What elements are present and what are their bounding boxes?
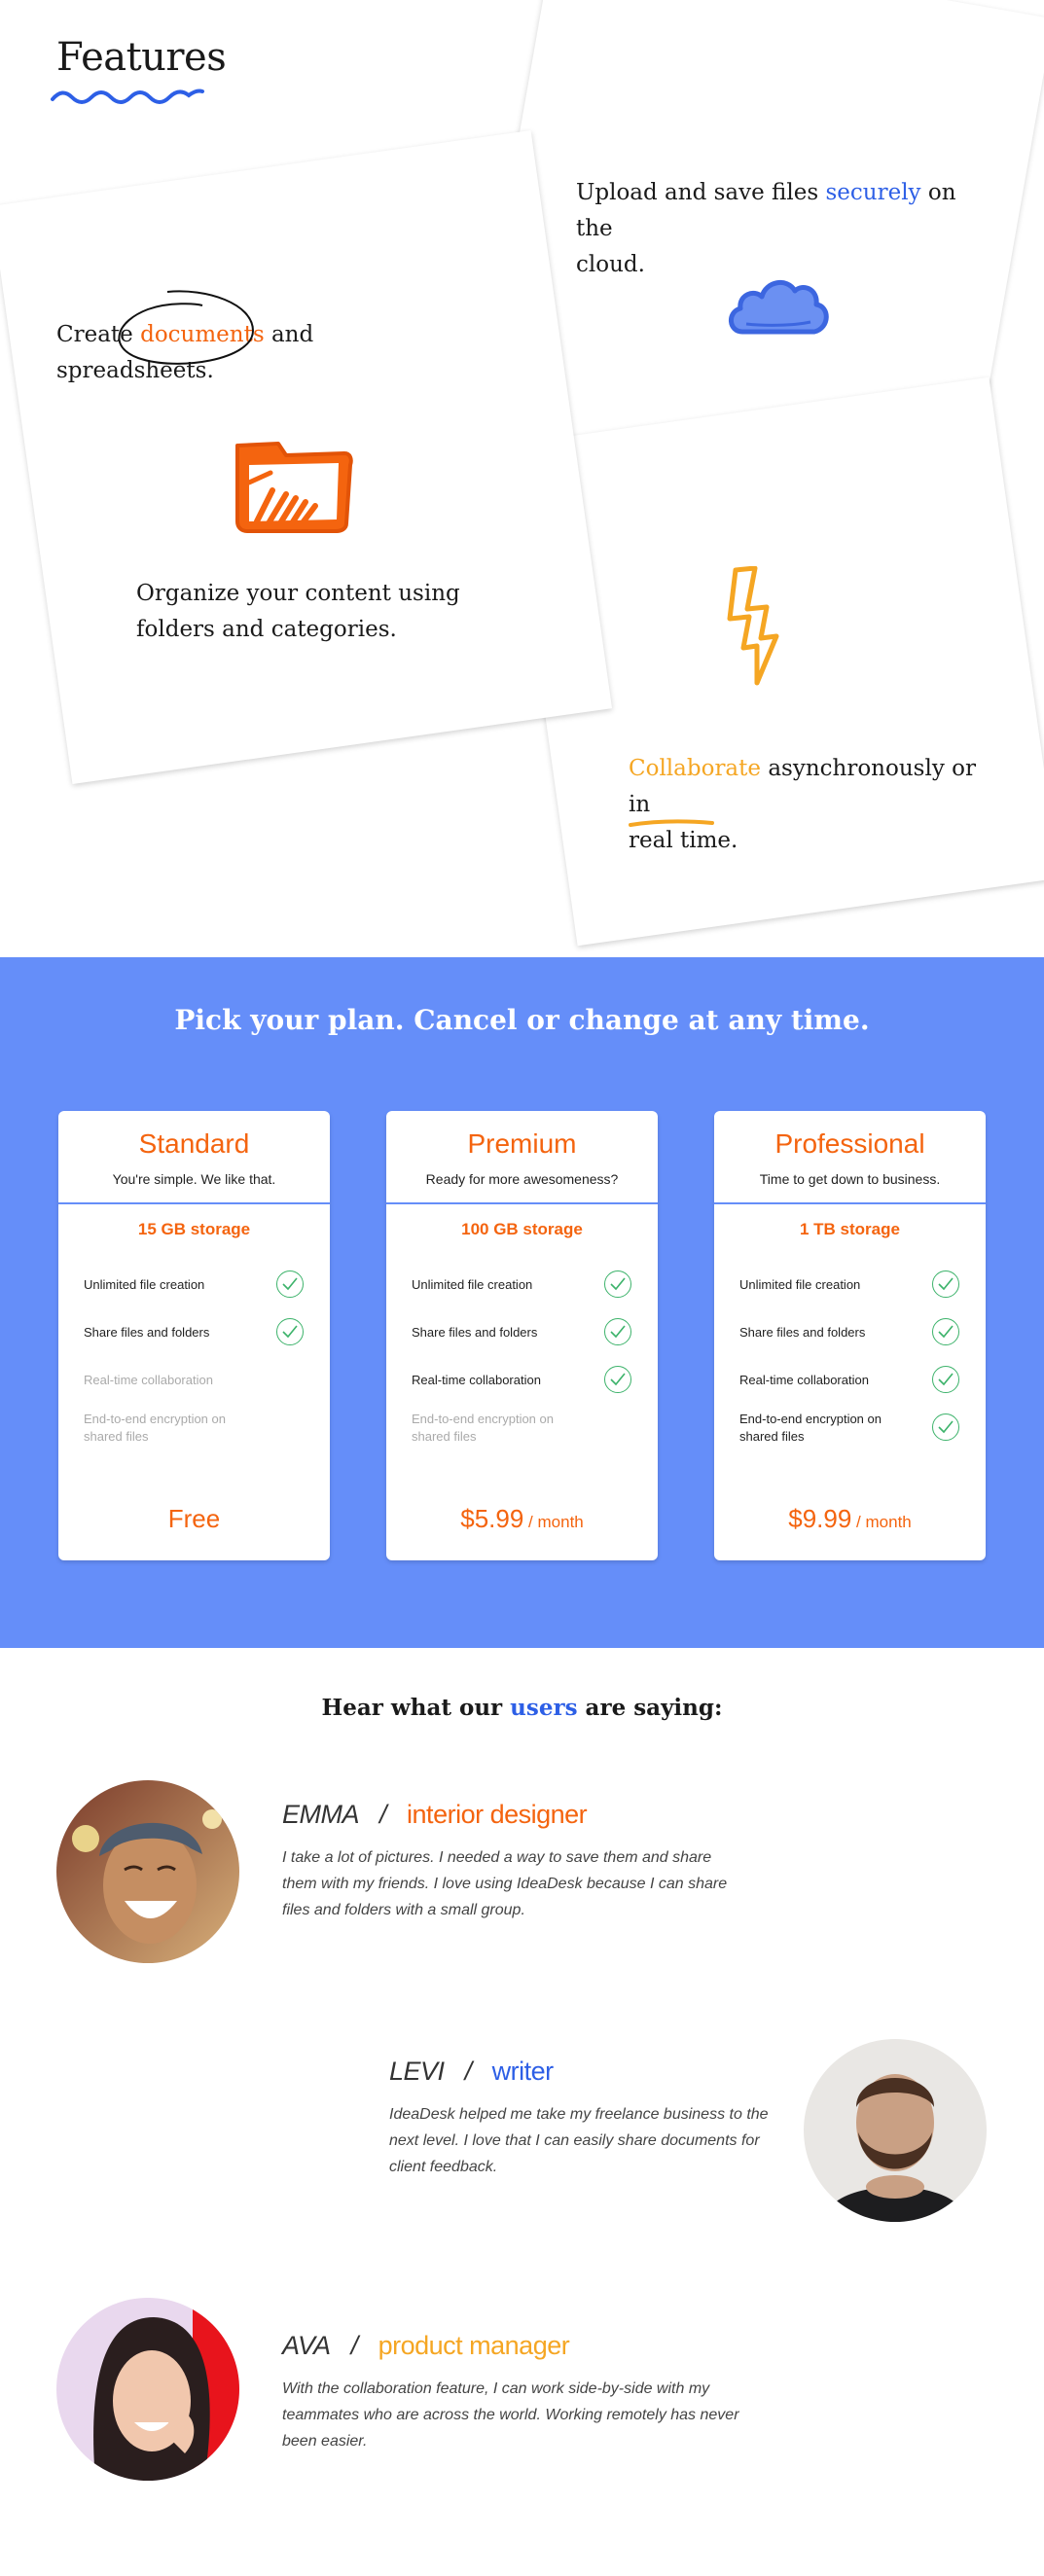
plan-feature: Share files and folders [84, 1325, 210, 1340]
check-icon [276, 1270, 304, 1298]
plan-feature: End-to-end encryption on shared files [412, 1412, 554, 1444]
plan-tagline: You're simple. We like that. [112, 1171, 276, 1187]
check-icon [932, 1413, 959, 1441]
plan-storage: 100 GB storage [461, 1220, 583, 1238]
testimonial-author: LEVI / writer [389, 2057, 554, 2086]
plan-card-professional[interactable]: Professional Time to get down to busines… [714, 1111, 986, 1560]
pricing-title: Pick your plan. Cancel or change at any … [174, 1004, 870, 1036]
pricing-section: Pick your plan. Cancel or change at any … [0, 957, 1044, 1648]
check-icon [276, 1318, 304, 1345]
avatar-emma [56, 1780, 239, 1963]
plan-feature: Unlimited file creation [84, 1277, 205, 1292]
feature-collaborate-text: Collaborate asynchronously or in real ti… [629, 756, 976, 853]
testimonial-quote: I take a lot of pictures. I needed a way… [282, 1849, 728, 1918]
plan-feature: End-to-end encryption on shared files [84, 1412, 226, 1444]
plan-feature: Real-time collaboration [84, 1373, 213, 1387]
plan-name: Professional [774, 1128, 925, 1159]
avatar-levi [804, 2039, 987, 2222]
check-icon [604, 1270, 631, 1298]
plan-feature: Real-time collaboration [739, 1373, 869, 1387]
plan-tagline: Time to get down to business. [759, 1171, 941, 1187]
plan-name: Standard [138, 1128, 250, 1159]
folder-icon [235, 442, 353, 533]
testimonial-author: AVA / product manager [282, 2331, 570, 2360]
check-icon [604, 1318, 631, 1345]
plan-divider [386, 1202, 658, 1204]
testimonial-quote: IdeaDesk helped me take my freelance bus… [389, 2106, 769, 2175]
testimonial-author: EMMA / interior designer [282, 1800, 588, 1829]
lightning-icon [727, 566, 779, 686]
plan-feature: Unlimited file creation [739, 1277, 861, 1292]
plan-feature: Share files and folders [739, 1325, 866, 1340]
feature-organize-text: Organize your content using folders and … [136, 581, 460, 642]
cloud-icon [729, 280, 829, 335]
testimonials-heading: Hear what our users are saying: [321, 1695, 723, 1721]
plan-divider [714, 1202, 986, 1204]
plan-feature: Unlimited file creation [412, 1277, 533, 1292]
plan-feature: Real-time collaboration [412, 1373, 541, 1387]
circle-scribble [118, 290, 255, 365]
plan-tagline: Ready for more awesomeness? [425, 1171, 619, 1187]
plan-price: $9.99 / month [788, 1504, 912, 1533]
realtime-underline [629, 819, 714, 827]
features-title: Features [56, 35, 227, 80]
plan-card-standard[interactable]: Standard You're simple. We like that. 15… [58, 1111, 330, 1560]
avatar-ava [56, 2298, 239, 2481]
plan-storage: 1 TB storage [800, 1220, 900, 1238]
check-icon [604, 1366, 631, 1393]
plan-feature: End-to-end encryption on shared files [739, 1412, 882, 1444]
testimonial-quote: With the collaboration feature, I can wo… [282, 2380, 739, 2450]
check-icon [932, 1318, 959, 1345]
plan-name: Premium [467, 1128, 577, 1159]
plan-price: Free [167, 1504, 221, 1533]
squiggle-underline [51, 89, 204, 104]
plan-feature: Share files and folders [412, 1325, 538, 1340]
plan-card-premium[interactable]: Premium Ready for more awesomeness? 100 … [386, 1111, 658, 1560]
plan-divider [58, 1202, 330, 1204]
check-icon [932, 1270, 959, 1298]
plan-storage: 15 GB storage [137, 1220, 251, 1238]
check-icon [932, 1366, 959, 1393]
plan-price: $5.99 / month [460, 1504, 584, 1533]
